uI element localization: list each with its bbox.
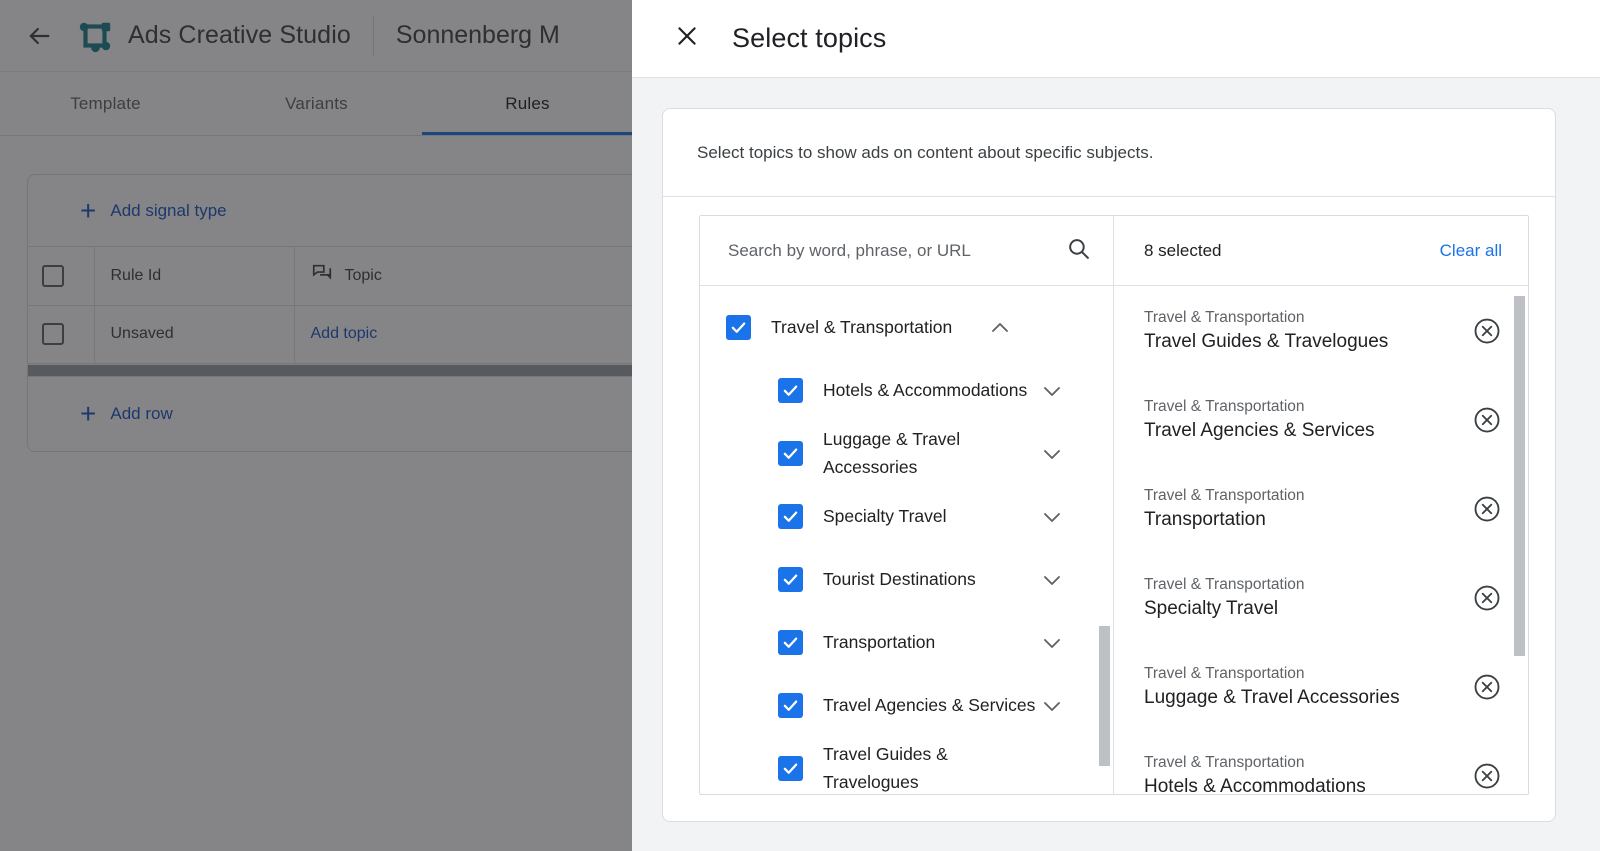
- selected-topics-pane: 8 selected Clear all Travel & Transporta…: [1114, 216, 1528, 794]
- selected-topic-name: Luggage & Travel Accessories: [1144, 687, 1400, 709]
- selected-topic-name: Specialty Travel: [1144, 598, 1305, 620]
- chevron-down-icon[interactable]: [1038, 568, 1066, 592]
- topic-label: Travel Guides & Travelogues: [823, 741, 1038, 794]
- topic-tree-row[interactable]: Hotels & Accommodations: [700, 359, 1113, 422]
- topic-checkbox[interactable]: [778, 756, 803, 781]
- remove-topic-icon[interactable]: [1472, 583, 1502, 613]
- remove-topic-icon[interactable]: [1472, 405, 1502, 435]
- topic-tree-row[interactable]: Specialty Travel: [700, 485, 1113, 548]
- topic-checkbox[interactable]: [778, 693, 803, 718]
- selected-topic-name: Travel Guides & Travelogues: [1144, 331, 1388, 353]
- selected-topic-parent: Travel & Transportation: [1144, 754, 1366, 772]
- selected-topic-text: Travel & Transportation Travel Agencies &…: [1144, 398, 1375, 442]
- modal-scrim[interactable]: [0, 0, 632, 851]
- topic-tree-scroll-area: Travel & Transportation Hotels & Accommod…: [700, 286, 1113, 794]
- topic-checkbox[interactable]: [778, 378, 803, 403]
- selected-topic-item: Travel & Transportation Travel Guides & T…: [1114, 286, 1528, 375]
- topic-tree-scrollbar-thumb[interactable]: [1099, 626, 1110, 766]
- close-button[interactable]: [664, 16, 710, 62]
- chevron-down-icon[interactable]: [1038, 631, 1066, 655]
- topic-label: Travel Agencies & Services: [823, 692, 1038, 719]
- selected-scroll-area: Travel & Transportation Travel Guides & T…: [1114, 286, 1528, 794]
- search-row: [700, 216, 1113, 286]
- search-icon[interactable]: [1066, 236, 1091, 266]
- topic-tree-row[interactable]: Luggage & Travel Accessories: [700, 422, 1113, 485]
- topic-checkbox[interactable]: [778, 441, 803, 466]
- chevron-down-icon[interactable]: [1038, 694, 1066, 718]
- close-icon: [674, 23, 700, 54]
- selected-topic-parent: Travel & Transportation: [1144, 398, 1375, 416]
- topic-tree-row[interactable]: Travel & Transportation: [700, 296, 1113, 359]
- selected-topic-name: Travel Agencies & Services: [1144, 420, 1375, 442]
- remove-topic-icon[interactable]: [1472, 316, 1502, 346]
- chevron-down-icon[interactable]: [1038, 379, 1066, 403]
- selected-topic-parent: Travel & Transportation: [1144, 665, 1400, 683]
- selected-topic-item: Travel & Transportation Travel Agencies &…: [1114, 375, 1528, 464]
- selected-topic-item: Travel & Transportation Specialty Travel: [1114, 553, 1528, 642]
- dialog-title: Select topics: [732, 23, 886, 54]
- selected-count-label: 8 selected: [1144, 241, 1222, 261]
- remove-topic-icon[interactable]: [1472, 761, 1502, 791]
- topic-label: Specialty Travel: [823, 503, 1038, 530]
- topic-label: Travel & Transportation: [771, 314, 986, 341]
- topic-checkbox[interactable]: [778, 630, 803, 655]
- selected-topic-item: Travel & Transportation Hotels & Accommod…: [1114, 731, 1528, 794]
- topic-label: Luggage & Travel Accessories: [823, 426, 1038, 480]
- dialog-card: Select topics to show ads on content abo…: [662, 108, 1556, 822]
- chevron-down-icon[interactable]: [1038, 442, 1066, 466]
- selected-topic-name: Transportation: [1144, 509, 1305, 531]
- topic-picker-wrapper: Travel & Transportation Hotels & Accommod…: [663, 197, 1555, 821]
- topic-checkbox[interactable]: [726, 315, 751, 340]
- selected-topic-name: Hotels & Accommodations: [1144, 776, 1366, 795]
- topic-checkbox[interactable]: [778, 567, 803, 592]
- selected-header: 8 selected Clear all: [1114, 216, 1528, 286]
- selected-topics-list: Travel & Transportation Travel Guides & T…: [1114, 286, 1528, 794]
- topic-tree-row[interactable]: Travel Guides & Travelogues: [700, 737, 1113, 794]
- selected-topic-text: Travel & Transportation Travel Guides & T…: [1144, 309, 1388, 353]
- selected-topic-item: Travel & Transportation Luggage & Travel …: [1114, 642, 1528, 731]
- search-input[interactable]: [728, 241, 1066, 261]
- remove-topic-icon[interactable]: [1472, 672, 1502, 702]
- selected-topic-text: Travel & Transportation Specialty Travel: [1144, 576, 1305, 620]
- selected-topic-parent: Travel & Transportation: [1144, 576, 1305, 594]
- dialog-description: Select topics to show ads on content abo…: [663, 109, 1555, 197]
- topic-label: Transportation: [823, 629, 1038, 656]
- chevron-down-icon[interactable]: [1038, 505, 1066, 529]
- topic-label: Hotels & Accommodations: [823, 377, 1038, 404]
- dialog-body: Select topics to show ads on content abo…: [632, 78, 1600, 851]
- remove-topic-icon[interactable]: [1472, 494, 1502, 524]
- selected-topic-item: Travel & Transportation Transportation: [1114, 464, 1528, 553]
- selected-topic-text: Travel & Transportation Hotels & Accommod…: [1144, 754, 1366, 795]
- topic-tree-row[interactable]: Tourist Destinations: [700, 548, 1113, 611]
- clear-all-button[interactable]: Clear all: [1440, 241, 1502, 261]
- selected-topic-text: Travel & Transportation Luggage & Travel …: [1144, 665, 1400, 709]
- topic-tree-pane: Travel & Transportation Hotels & Accommod…: [700, 216, 1114, 794]
- selected-topic-parent: Travel & Transportation: [1144, 487, 1305, 505]
- chevron-up-icon[interactable]: [986, 316, 1014, 340]
- topic-checkbox[interactable]: [778, 504, 803, 529]
- select-topics-dialog: Select topics Select topics to show ads …: [632, 0, 1600, 851]
- selected-topic-parent: Travel & Transportation: [1144, 309, 1388, 327]
- selected-list-scrollbar-thumb[interactable]: [1514, 296, 1525, 656]
- dialog-header: Select topics: [632, 0, 1600, 78]
- topic-tree-row[interactable]: Travel Agencies & Services: [700, 674, 1113, 737]
- topic-label: Tourist Destinations: [823, 566, 1038, 593]
- topic-tree-row[interactable]: Transportation: [700, 611, 1113, 674]
- topic-tree-list: Travel & Transportation Hotels & Accommod…: [700, 286, 1113, 794]
- topic-picker: Travel & Transportation Hotels & Accommod…: [699, 215, 1529, 795]
- selected-topic-text: Travel & Transportation Transportation: [1144, 487, 1305, 531]
